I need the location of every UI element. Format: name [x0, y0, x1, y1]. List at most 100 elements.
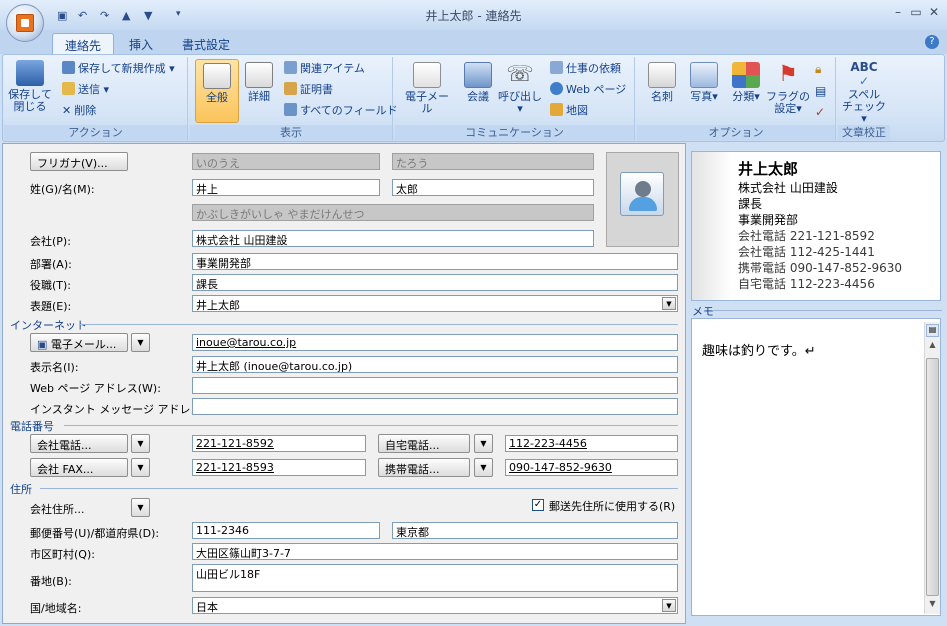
- business-fax-button[interactable]: 会社 FAX...: [30, 458, 128, 477]
- save-new-icon: [62, 61, 75, 74]
- im-address-field[interactable]: [192, 398, 678, 415]
- group-label: アクション: [4, 125, 187, 140]
- close-icon[interactable]: ✕: [924, 5, 944, 23]
- undo-icon[interactable]: ↶: [78, 9, 87, 22]
- zip-label: 郵便番号(U)/都道府県(D):: [30, 527, 160, 540]
- title-field[interactable]: 課長: [192, 274, 678, 291]
- section-divider: [40, 488, 678, 489]
- next-item-icon[interactable]: ▼: [144, 9, 152, 22]
- furigana-button[interactable]: フリガナ(V)...: [30, 152, 128, 171]
- tab-contact[interactable]: 連絡先: [52, 33, 115, 54]
- city-field[interactable]: 大田区篠山町3-7-7: [192, 543, 678, 560]
- contact-photo-icon: [620, 172, 664, 216]
- company-field[interactable]: 株式会社 山田建設: [192, 230, 594, 247]
- picture-button[interactable]: 写真▾: [682, 62, 726, 103]
- memo-options-icon[interactable]: ▤: [926, 324, 939, 337]
- delete-label: 削除: [74, 104, 97, 117]
- web-address-field[interactable]: [192, 377, 678, 394]
- im-address-label: インスタント メッセージ アドレス(: [30, 403, 206, 416]
- related-items-button[interactable]: 関連アイテム: [284, 60, 365, 78]
- certificate-label: 証明書: [300, 83, 333, 96]
- business-fax-field[interactable]: 221-121-8593: [192, 459, 366, 476]
- save-icon[interactable]: ▣: [57, 9, 67, 22]
- prefecture-field[interactable]: 東京都: [392, 522, 678, 539]
- street-field[interactable]: 山田ビル18F: [192, 564, 678, 592]
- address-type-dropdown[interactable]: ▼: [131, 498, 150, 517]
- email-field[interactable]: inoue@tarou.co.jp: [192, 334, 678, 351]
- restore-icon[interactable]: ▭: [906, 5, 926, 23]
- mobile-phone-dropdown[interactable]: ▼: [474, 458, 493, 477]
- last-name-field[interactable]: 井上: [192, 179, 380, 196]
- chevron-down-icon[interactable]: ▼: [662, 599, 676, 612]
- memo-textarea[interactable]: [691, 318, 941, 616]
- address-type-label: 会社住所...: [30, 503, 85, 516]
- memo-scrollbar[interactable]: ▤ ▲ ▼: [924, 322, 940, 614]
- help-icon[interactable]: ?: [925, 35, 939, 49]
- mobile-phone-button[interactable]: 携帯電話...: [378, 458, 470, 477]
- card-phone-line: 会社電話 221-121-8592: [738, 229, 875, 243]
- flag-label-2: 設定: [774, 102, 797, 115]
- task-request-button[interactable]: 仕事の依頼: [550, 60, 621, 78]
- home-phone-dropdown[interactable]: ▼: [474, 434, 493, 453]
- view-general-button[interactable]: 全般: [195, 59, 239, 123]
- scroll-thumb[interactable]: [926, 358, 939, 596]
- send-button[interactable]: 送信 ▾: [62, 81, 109, 99]
- file-as-combo[interactable]: 井上太郎 ▼: [192, 295, 678, 312]
- map-button[interactable]: 地図: [550, 102, 588, 120]
- spelling-button[interactable]: ABC ✓ スペル チェック▾: [842, 60, 886, 125]
- tab-format[interactable]: 書式設定: [170, 33, 242, 54]
- save-close-button[interactable]: 保存して 閉じる: [8, 60, 52, 113]
- meeting-button[interactable]: 会議: [456, 62, 500, 103]
- home-phone-button[interactable]: 自宅電話...: [378, 434, 470, 453]
- first-name-field[interactable]: 太郎: [392, 179, 594, 196]
- furigana-first-field[interactable]: たろう: [392, 153, 594, 170]
- office-button[interactable]: [6, 4, 44, 42]
- minimize-icon[interactable]: –: [888, 5, 908, 23]
- business-card-button[interactable]: 名刺: [640, 62, 684, 103]
- web-page-button[interactable]: Web ページ: [550, 81, 626, 99]
- business-phone-field[interactable]: 221-121-8592: [192, 435, 366, 452]
- tab-insert[interactable]: 挿入: [117, 33, 165, 54]
- scroll-up-icon[interactable]: ▲: [926, 340, 939, 353]
- display-name-field[interactable]: 井上太郎 (inoue@tarou.co.jp): [192, 356, 678, 373]
- view-detail-button[interactable]: 詳細: [237, 62, 281, 103]
- mailing-address-checkbox[interactable]: ✓: [532, 499, 544, 511]
- address-book-icon[interactable]: ▤: [815, 84, 826, 98]
- dept-field[interactable]: 事業開発部: [192, 253, 678, 270]
- email-button[interactable]: 電子メール: [400, 62, 454, 115]
- business-phone-dropdown[interactable]: ▼: [131, 434, 150, 453]
- check-names-icon[interactable]: ✓: [815, 105, 825, 119]
- country-combo[interactable]: 日本 ▼: [192, 597, 678, 614]
- customize-toolbar-icon[interactable]: ▾: [176, 9, 181, 19]
- detail-label: 詳細: [248, 90, 270, 103]
- follow-up-flag-button[interactable]: ⚑ フラグの 設定▾: [766, 62, 810, 115]
- mobile-phone-field[interactable]: 090-147-852-9630: [505, 459, 678, 476]
- email-type-button[interactable]: ▣ 電子メール...: [30, 333, 128, 352]
- business-card-preview[interactable]: 井上太郎 株式会社 山田建設 課長 事業開発部 会社電話 221-121-859…: [691, 151, 941, 301]
- furigana-last-field[interactable]: いのうえ: [192, 153, 380, 170]
- email-type-dropdown[interactable]: ▼: [131, 333, 150, 352]
- save-new-button[interactable]: 保存して新規作成 ▾: [62, 60, 175, 78]
- file-as-label: 表題(E):: [30, 300, 72, 313]
- web-label: Web ページ: [566, 83, 627, 96]
- all-fields-button[interactable]: すべてのフィールド: [284, 102, 398, 120]
- zip-field[interactable]: 111-2346: [192, 522, 380, 539]
- delete-button[interactable]: ✕ 削除: [62, 102, 96, 120]
- business-fax-dropdown[interactable]: ▼: [131, 458, 150, 477]
- office-logo-icon: [16, 14, 34, 32]
- company-kana-field[interactable]: かぶしきがいしゃ やまだけんせつ: [192, 204, 594, 221]
- previous-item-icon[interactable]: ▲: [122, 9, 130, 22]
- home-phone-field[interactable]: 112-223-4456: [505, 435, 678, 452]
- lock-icon[interactable]: 🔒︎: [815, 62, 821, 77]
- scroll-down-icon[interactable]: ▼: [926, 599, 939, 612]
- certificate-button[interactable]: 証明書: [284, 81, 333, 99]
- general-label: 全般: [206, 91, 228, 104]
- group-label: 文章校正: [838, 125, 890, 140]
- name-label: 姓(G)/名(M):: [30, 183, 95, 196]
- call-button[interactable]: ☏ 呼び出し▾: [498, 62, 542, 115]
- group-label: コミュニケーション: [395, 125, 634, 140]
- business-phone-button[interactable]: 会社電話...: [30, 434, 128, 453]
- categorize-button[interactable]: 分類▾: [724, 62, 768, 103]
- chevron-down-icon[interactable]: ▼: [662, 297, 676, 310]
- redo-icon[interactable]: ↷: [100, 9, 109, 22]
